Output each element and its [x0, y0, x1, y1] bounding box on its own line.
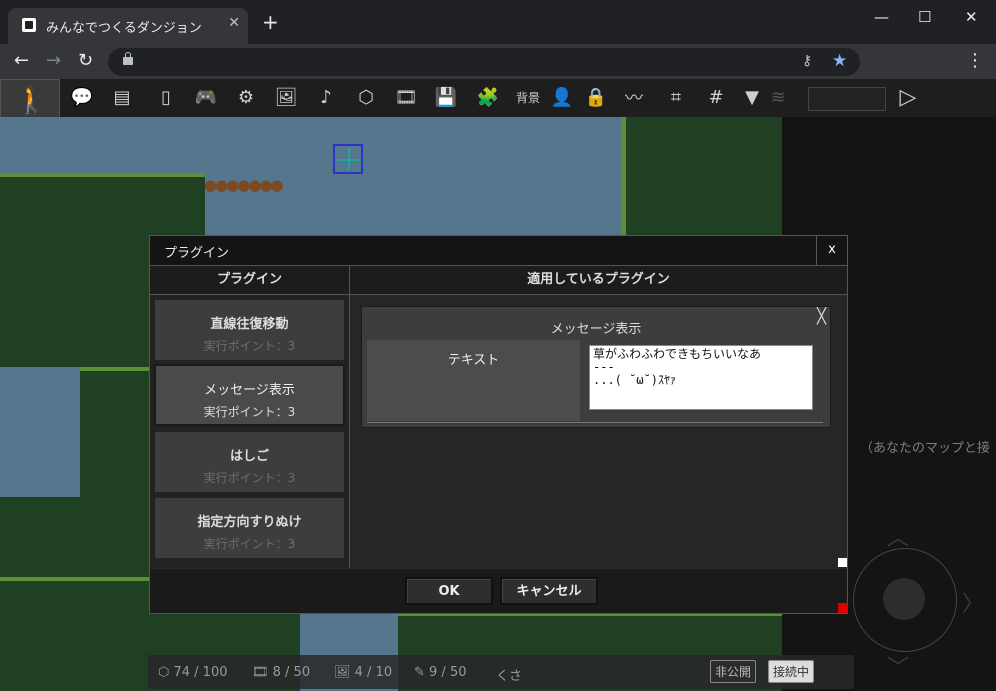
plugin-dialog: プラグイン x プラグイン 適用しているプラグイン 直線往復移動 実行ポイント：…: [149, 235, 848, 614]
plugin-item-linear-move[interactable]: 直線往復移動 実行ポイント：3: [154, 299, 345, 361]
minimize-button[interactable]: —: [874, 8, 889, 26]
film-icon[interactable]: 🎞: [392, 83, 420, 111]
lock-icon: [123, 52, 133, 65]
remove-plugin-icon[interactable]: ╳: [817, 307, 826, 325]
status-bar: ⬡ 74 / 100 🎞 8 / 50 🖼 4 / 10 ✎ 9 / 50 くさ…: [148, 655, 854, 689]
dialog-footer: OK キャンセル: [150, 569, 847, 613]
plugin-count: ✎ 9 / 50: [414, 665, 467, 680]
maximize-button[interactable]: ☐: [918, 8, 931, 26]
side-note: （あなたのマップと接: [860, 441, 991, 456]
private-badge[interactable]: 非公開: [710, 660, 757, 683]
image-icon[interactable]: 🖼: [272, 83, 300, 111]
cancel-button[interactable]: キャンセル: [500, 577, 598, 605]
grid-icon[interactable]: #: [702, 83, 730, 111]
forward-button[interactable]: →: [46, 52, 61, 70]
favicon-icon: [22, 18, 36, 32]
select-grid-icon[interactable]: ⌗: [662, 83, 690, 111]
status-extra: くさ: [496, 669, 523, 684]
plugin-item-passthrough[interactable]: 指定方向すりぬけ 実行ポイント：3: [154, 497, 345, 559]
red-marker: [838, 603, 848, 613]
door-icon[interactable]: ▯: [152, 83, 180, 111]
applied-plugin-panel: メッセージ表示 ╳ テキスト: [350, 295, 847, 568]
cube-icon[interactable]: ⬡: [352, 83, 380, 111]
applied-plugin-title: メッセージ表示: [550, 322, 642, 337]
browser-toolbar: ← → ↻ ⚷ ★ ⋮: [0, 44, 996, 79]
save-icon[interactable]: 💾: [432, 83, 460, 111]
text-field-label: テキスト: [447, 353, 500, 368]
player-icon: 🚶: [15, 86, 48, 116]
message-textarea[interactable]: [589, 345, 813, 410]
lock-icon[interactable]: 🔒: [582, 83, 610, 111]
speech-bubble-icon[interactable]: 💬: [68, 83, 96, 111]
back-button[interactable]: ←: [14, 52, 29, 70]
dpad-down-icon[interactable]: ﹀: [887, 650, 909, 682]
connecting-badge[interactable]: 接続中: [768, 660, 815, 683]
plugin-item-ladder[interactable]: はしご 実行ポイント：3: [154, 431, 345, 493]
tab-close-icon[interactable]: ✕: [228, 15, 240, 31]
plugin-list: 直線往復移動 実行ポイント：3 メッセージ表示 実行ポイント：3 はしご 実行ポ…: [150, 295, 350, 568]
grass-block: [80, 367, 150, 496]
block-count: ⬡ 74 / 100: [158, 665, 228, 680]
plugin-item-message[interactable]: メッセージ表示 実行ポイント：3: [154, 364, 345, 426]
frame-count: 🎞 8 / 50: [252, 665, 311, 680]
text-field-label-cell: テキスト: [367, 340, 580, 421]
music-note-icon[interactable]: ♪: [312, 83, 340, 111]
sky-gap: [0, 367, 80, 497]
applied-plugin-card: メッセージ表示 ╳ テキスト: [361, 306, 831, 428]
resize-handle[interactable]: [838, 558, 847, 567]
tab-title: みんなでつくるダンジョン: [46, 21, 202, 36]
path-icon[interactable]: 〰: [620, 83, 648, 111]
applied-plugin-header: 適用しているプラグイン: [350, 266, 847, 295]
gear-icon[interactable]: ⚙: [232, 83, 260, 111]
dialog-header: プラグイン x: [150, 236, 847, 266]
tile-cursor[interactable]: [333, 144, 363, 174]
star-icon[interactable]: ★: [832, 51, 847, 71]
dialog-title: プラグイン: [164, 246, 230, 261]
image-count: 🖼 4 / 10: [334, 665, 393, 680]
layer-slots[interactable]: [808, 87, 886, 111]
dpad-right-icon[interactable]: 〉: [962, 586, 984, 618]
browser-menu-icon[interactable]: ⋮: [966, 50, 984, 71]
layers-icon[interactable]: ▤: [108, 83, 136, 111]
new-tab-button[interactable]: +: [262, 12, 279, 32]
ok-button[interactable]: OK: [405, 577, 493, 605]
dropdown-icon[interactable]: ▼: [738, 83, 766, 111]
stack-icon[interactable]: ≋: [764, 83, 792, 111]
dpad-up-icon[interactable]: ︿: [887, 520, 909, 552]
key-icon[interactable]: ⚷: [802, 53, 812, 69]
text-field-row: テキスト: [367, 340, 823, 423]
browser-titlebar: みんなでつくるダンジョン ✕ + — ☐ ✕: [0, 0, 996, 44]
address-bar[interactable]: ⚷ ★: [108, 48, 860, 76]
window-close-button[interactable]: ✕: [965, 8, 978, 26]
background-label[interactable]: 背景: [514, 83, 542, 111]
chain-bridge: ●●●●●●●: [204, 176, 284, 194]
plugin-icon[interactable]: 🧩: [474, 83, 502, 111]
reload-button[interactable]: ↻: [78, 52, 93, 70]
dialog-close-button[interactable]: x: [816, 236, 847, 265]
plugin-list-header: プラグイン: [150, 266, 350, 295]
browser-tab[interactable]: みんなでつくるダンジョン ✕: [8, 8, 248, 44]
dpad-knob[interactable]: [883, 578, 925, 620]
gamepad-icon[interactable]: 🎮: [192, 83, 220, 111]
play-icon[interactable]: ▷: [894, 83, 922, 111]
editor-toolbar: 🚶 💬 ▤ ▯ 🎮 ⚙ 🖼 ♪ ⬡ 🎞 💾 🧩 背景 👤 🔒 〰 ⌗ # ▼ ≋ ▷: [0, 79, 996, 127]
person-icon[interactable]: 👤: [548, 83, 576, 111]
